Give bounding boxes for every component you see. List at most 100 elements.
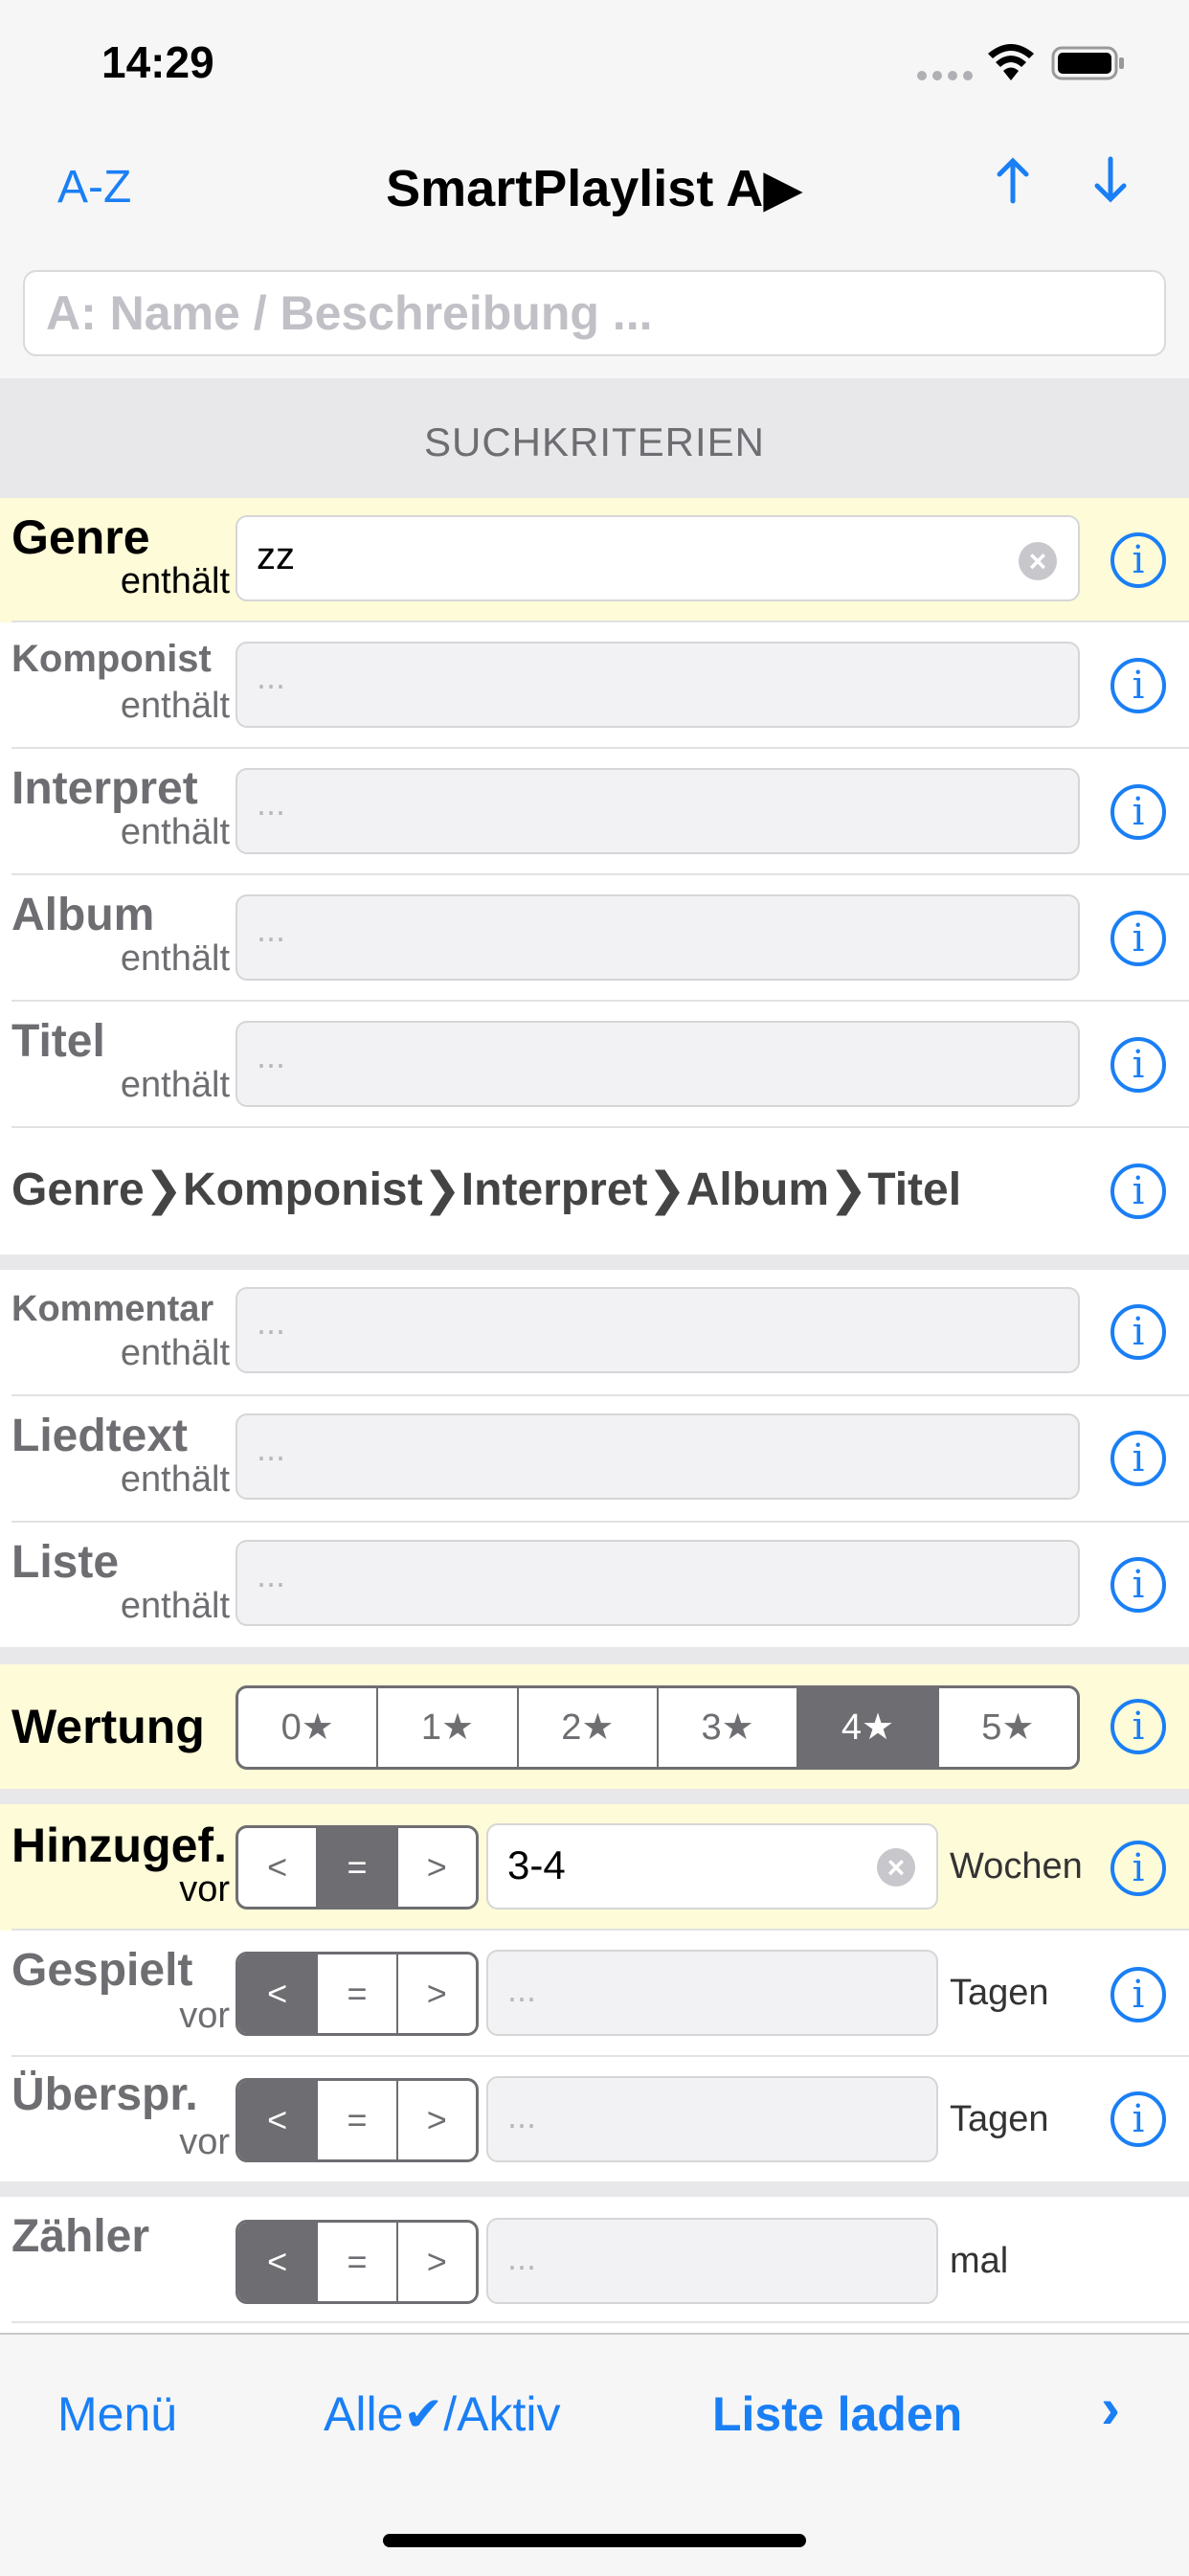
clear-icon[interactable]: × xyxy=(1019,542,1057,580)
equal-segment[interactable]: = xyxy=(318,2081,398,2159)
liedtext-label: Liedtext xyxy=(11,1411,189,1461)
info-icon[interactable]: i xyxy=(1110,1164,1166,1219)
info-icon[interactable]: i xyxy=(1110,1304,1166,1360)
info-icon[interactable]: i xyxy=(1110,1699,1166,1754)
rating-segmented-control[interactable]: 0★ 1★ 2★ 3★ 4★ 5★ xyxy=(236,1685,1080,1770)
info-icon[interactable]: i xyxy=(1110,784,1166,840)
titel-row: Titel enthält ... i xyxy=(0,1002,1189,1128)
album-label: Album xyxy=(11,890,155,940)
menu-button[interactable]: Menü xyxy=(57,2386,177,2442)
rating-0-segment[interactable]: 0★ xyxy=(238,1688,379,1767)
info-icon[interactable]: i xyxy=(1110,658,1166,713)
genre-row: Genre enthält zz × i xyxy=(0,498,1189,622)
komponist-operator: enthält xyxy=(120,686,230,726)
move-down-button[interactable] xyxy=(1091,153,1130,219)
gespielt-label: Gespielt xyxy=(11,1945,193,1996)
zaehler-unit: mal xyxy=(950,2241,1009,2281)
uebersprungen-operator: vor xyxy=(179,2122,230,2162)
load-list-button[interactable]: Liste laden xyxy=(712,2386,962,2442)
wertung-row: Wertung 0★ 1★ 2★ 3★ 4★ 5★ i xyxy=(0,1664,1189,1789)
section-gap xyxy=(0,1647,1189,1664)
equal-segment[interactable]: = xyxy=(318,1955,398,2033)
greater-than-segment[interactable]: > xyxy=(398,2081,476,2159)
all-active-button[interactable]: Alle✔/Aktiv xyxy=(324,2386,561,2442)
info-icon[interactable]: i xyxy=(1110,2091,1166,2147)
interpret-row: Interpret enthält ... i xyxy=(0,749,1189,875)
genre-label: Genre xyxy=(11,510,150,564)
less-than-segment[interactable]: < xyxy=(238,1955,319,2033)
liedtext-operator: enthält xyxy=(120,1459,230,1500)
kommentar-label: Kommentar xyxy=(11,1289,214,1329)
section-gap xyxy=(0,1254,1189,1270)
hinzugef-row: Hinzugef. vor < = > 3-4 × Wochen i xyxy=(0,1804,1189,1931)
titel-input[interactable]: ... xyxy=(236,1021,1080,1107)
liste-operator: enthält xyxy=(120,1586,230,1626)
rating-1-segment[interactable]: 1★ xyxy=(378,1688,519,1767)
liste-input[interactable]: ... xyxy=(236,1540,1080,1626)
search-input[interactable]: A: Name / Beschreibung ... xyxy=(23,270,1166,356)
gespielt-value-input[interactable]: ... xyxy=(486,1950,938,2036)
titel-label: Titel xyxy=(11,1016,105,1067)
interpret-operator: enthält xyxy=(120,812,230,852)
info-icon[interactable]: i xyxy=(1110,1557,1166,1613)
gespielt-row: Gespielt vor < = > ... Tagen i xyxy=(0,1931,1189,2057)
divider xyxy=(11,2321,1189,2323)
komponist-label: Komponist xyxy=(11,638,212,680)
album-row: Album enthält ... i xyxy=(0,875,1189,1002)
interpret-input[interactable]: ... xyxy=(236,768,1080,854)
less-than-segment[interactable]: < xyxy=(238,2223,319,2301)
gespielt-operator: vor xyxy=(179,1996,230,2036)
album-operator: enthält xyxy=(120,938,230,979)
cellular-signal-icon xyxy=(917,69,975,87)
info-icon[interactable]: i xyxy=(1110,1037,1166,1093)
section-gap xyxy=(0,2181,1189,2197)
rating-3-segment[interactable]: 3★ xyxy=(659,1688,799,1767)
arrow-up-icon xyxy=(997,157,1029,204)
home-indicator xyxy=(383,2534,806,2547)
album-input[interactable]: ... xyxy=(236,894,1080,981)
uebersprungen-compare-control[interactable]: < = > xyxy=(236,2078,479,2162)
hinzugef-compare-control[interactable]: < = > xyxy=(236,1825,479,1909)
section-gap xyxy=(0,1789,1189,1804)
equal-segment[interactable]: = xyxy=(318,1828,398,1907)
uebersprungen-value-input[interactable]: ... xyxy=(486,2076,938,2162)
info-icon[interactable]: i xyxy=(1110,1431,1166,1486)
komponist-input[interactable]: ... xyxy=(236,642,1080,728)
info-icon[interactable]: i xyxy=(1110,1841,1166,1896)
wertung-label: Wertung xyxy=(11,1700,205,1753)
hinzugef-value-input[interactable]: 3-4 xyxy=(486,1823,938,1909)
liste-row: Liste enthält ... i xyxy=(0,1523,1189,1647)
genre-input[interactable]: zz xyxy=(236,515,1080,601)
zaehler-compare-control[interactable]: < = > xyxy=(236,2220,479,2304)
kommentar-input[interactable]: ... xyxy=(236,1287,1080,1373)
hierarchy-row[interactable]: Genre❯Komponist❯Interpret❯Album❯Titel i xyxy=(0,1128,1189,1254)
next-button[interactable]: › xyxy=(1101,2375,1120,2441)
uebersprungen-unit: Tagen xyxy=(950,2099,1049,2139)
rating-4-segment[interactable]: 4★ xyxy=(798,1688,939,1767)
zaehler-value-input[interactable]: ... xyxy=(486,2218,938,2304)
hinzugef-operator: vor xyxy=(179,1869,230,1909)
info-icon[interactable]: i xyxy=(1110,911,1166,966)
interpret-label: Interpret xyxy=(11,763,198,814)
rating-5-segment[interactable]: 5★ xyxy=(939,1688,1077,1767)
hinzugef-unit: Wochen xyxy=(950,1846,1083,1887)
less-than-segment[interactable]: < xyxy=(238,1828,319,1907)
greater-than-segment[interactable]: > xyxy=(398,1828,476,1907)
gespielt-compare-control[interactable]: < = > xyxy=(236,1952,479,2036)
move-up-button[interactable] xyxy=(994,153,1032,219)
liedtext-row: Liedtext enthält ... i xyxy=(0,1396,1189,1523)
info-icon[interactable]: i xyxy=(1110,1967,1166,2022)
greater-than-segment[interactable]: > xyxy=(398,2223,476,2301)
rating-2-segment[interactable]: 2★ xyxy=(519,1688,659,1767)
equal-segment[interactable]: = xyxy=(318,2223,398,2301)
info-icon[interactable]: i xyxy=(1110,532,1166,588)
kommentar-operator: enthält xyxy=(120,1333,230,1373)
liedtext-input[interactable]: ... xyxy=(236,1413,1080,1500)
zaehler-row: Zähler < = > ... mal xyxy=(0,2197,1189,2323)
wifi-icon xyxy=(986,44,1036,87)
hinzugef-label: Hinzugef. xyxy=(11,1819,227,1872)
less-than-segment[interactable]: < xyxy=(238,2081,319,2159)
clear-icon[interactable]: × xyxy=(877,1848,915,1887)
greater-than-segment[interactable]: > xyxy=(398,1955,476,2033)
komponist-row: Komponist enthält ... i xyxy=(0,622,1189,749)
